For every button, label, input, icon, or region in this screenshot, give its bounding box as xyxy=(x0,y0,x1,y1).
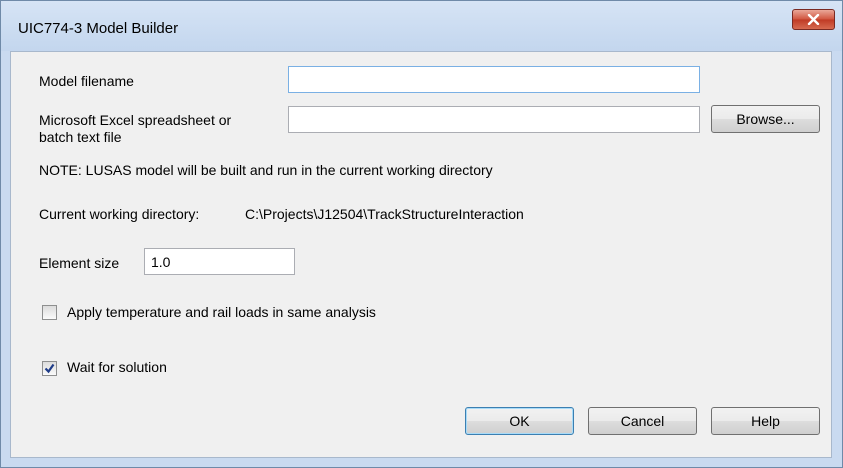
ok-button[interactable]: OK xyxy=(465,407,574,435)
cancel-button[interactable]: Cancel xyxy=(588,407,697,435)
model-filename-label: Model filename xyxy=(39,73,134,89)
note-text: NOTE: LUSAS model will be built and run … xyxy=(39,162,493,178)
spreadsheet-label-line2: batch text file xyxy=(39,129,122,145)
window-title: UIC774-3 Model Builder xyxy=(18,20,179,37)
title-bar[interactable]: UIC774-3 Model Builder xyxy=(1,1,842,51)
cwd-label: Current working directory: xyxy=(39,206,200,222)
close-icon xyxy=(807,14,820,25)
element-size-input[interactable] xyxy=(144,248,295,275)
cwd-value: C:\Projects\J12504\TrackStructureInterac… xyxy=(245,206,524,222)
wait-for-solution-label[interactable]: Wait for solution xyxy=(67,359,167,376)
checkmark-icon xyxy=(44,363,55,374)
spreadsheet-label-line1: Microsoft Excel spreadsheet or xyxy=(39,112,232,128)
help-button[interactable]: Help xyxy=(711,407,820,435)
wait-for-solution-checkbox[interactable] xyxy=(42,361,57,376)
dialog-body: Model filename Microsoft Excel spreadshe… xyxy=(10,51,832,458)
browse-button[interactable]: Browse... xyxy=(711,105,820,133)
dialog-window: UIC774-3 Model Builder Model filename Mi… xyxy=(0,0,843,468)
spreadsheet-input[interactable] xyxy=(288,106,700,133)
apply-temperature-checkbox[interactable] xyxy=(42,305,57,320)
element-size-label: Element size xyxy=(39,255,120,271)
apply-temperature-label[interactable]: Apply temperature and rail loads in same… xyxy=(67,304,376,321)
close-button[interactable] xyxy=(792,9,835,30)
model-filename-input[interactable] xyxy=(288,66,700,93)
